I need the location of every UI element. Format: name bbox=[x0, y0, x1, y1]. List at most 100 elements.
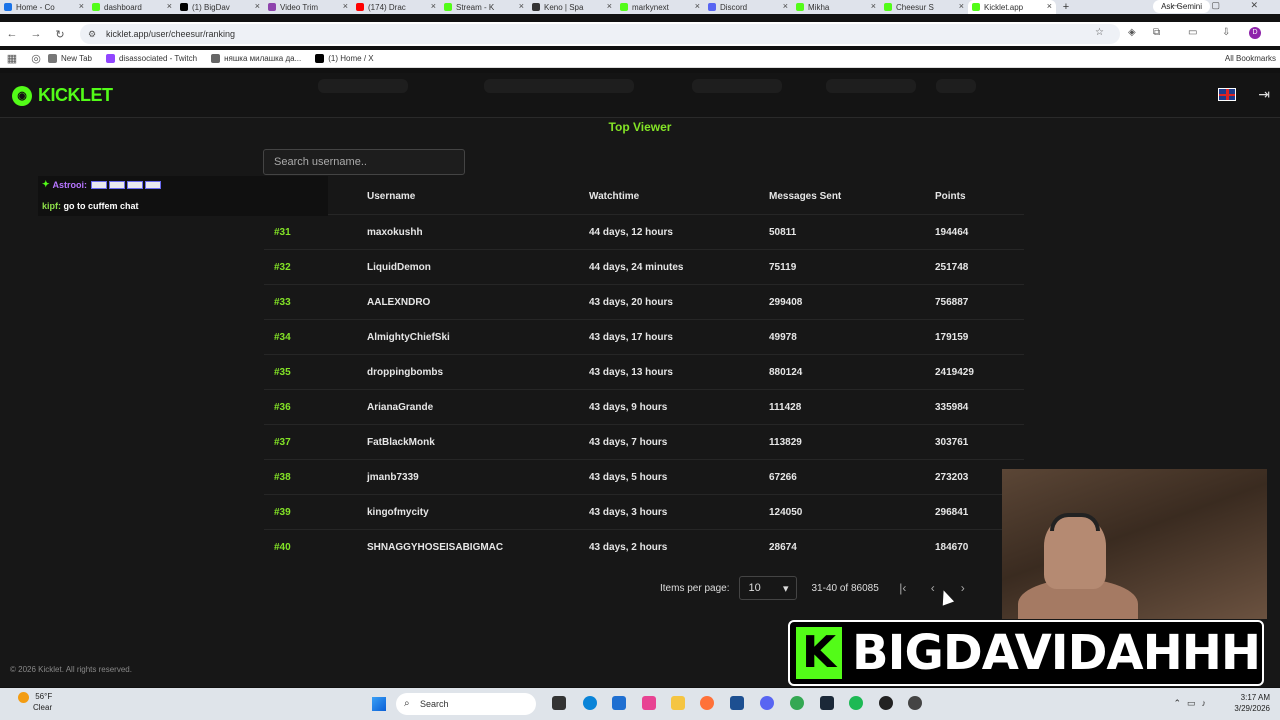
browser-tab[interactable]: Stream - K × bbox=[440, 0, 528, 14]
items-per-page-select[interactable]: 10 ▾ bbox=[739, 576, 798, 600]
close-tab-icon[interactable]: × bbox=[1047, 1, 1052, 11]
weather-widget[interactable]: 56°F Clear bbox=[18, 692, 52, 713]
table-row[interactable]: #35 droppingbombs 43 days, 13 hours 880124 2… bbox=[264, 354, 1024, 389]
spotify-icon[interactable] bbox=[849, 696, 863, 710]
window-controls[interactable]: — ▢ ✕ bbox=[1172, 0, 1272, 11]
bookmark-item[interactable]: New Tab bbox=[48, 54, 92, 63]
rank-cell: #31 bbox=[274, 226, 291, 238]
emote-icon bbox=[109, 180, 126, 189]
nav-item[interactable] bbox=[484, 79, 634, 93]
reload-icon[interactable]: ↻ bbox=[48, 28, 72, 41]
copilot-icon[interactable] bbox=[642, 696, 656, 710]
column-header-messages[interactable]: Messages Sent bbox=[769, 191, 935, 202]
table-row[interactable]: #36 ArianaGrande 43 days, 9 hours 111428 335… bbox=[264, 389, 1024, 424]
close-tab-icon[interactable]: × bbox=[343, 1, 348, 11]
browser-tab[interactable]: (174) Drac × bbox=[352, 0, 440, 14]
close-tab-icon[interactable]: × bbox=[255, 1, 260, 11]
close-tab-icon[interactable]: × bbox=[167, 1, 172, 11]
bookmark-favicon-icon bbox=[105, 54, 115, 63]
media-player-icon[interactable] bbox=[879, 696, 893, 710]
uk-flag-icon[interactable] bbox=[1218, 88, 1236, 101]
nav-item[interactable] bbox=[692, 79, 782, 93]
back-icon[interactable]: ← bbox=[0, 28, 24, 40]
rank-cell: #38 bbox=[274, 471, 291, 483]
windows-start-icon[interactable] bbox=[372, 697, 386, 711]
download-icon[interactable]: ⇩ bbox=[1222, 27, 1230, 38]
kicklet-logo[interactable]: ◉ KICKLET bbox=[12, 85, 113, 106]
store-icon[interactable] bbox=[612, 696, 626, 710]
bookmark-item[interactable]: disassociated - Twitch bbox=[105, 54, 197, 63]
file-explorer-icon[interactable] bbox=[671, 696, 685, 710]
taskbar-search[interactable]: ⌕ Search bbox=[396, 693, 536, 715]
obs-icon[interactable] bbox=[908, 696, 922, 710]
table-row[interactable]: #37 FatBlackMonk 43 days, 7 hours 113829 303… bbox=[264, 424, 1024, 459]
profile-avatar[interactable]: D bbox=[1249, 27, 1261, 39]
extension-icon[interactable]: ◈ bbox=[1128, 27, 1136, 38]
browser-tab[interactable]: (1) BigDav × bbox=[176, 0, 264, 14]
bookmark-favicon-icon bbox=[211, 54, 221, 63]
close-tab-icon[interactable]: × bbox=[959, 1, 964, 11]
chrome-icon[interactable] bbox=[790, 696, 804, 710]
table-row[interactable]: #39 kingofmycity 43 days, 3 hours 124050 296… bbox=[264, 494, 1024, 529]
taskbar-search-label: Search bbox=[420, 699, 449, 709]
nav-item[interactable] bbox=[826, 79, 916, 93]
site-info-icon[interactable]: ⚙ bbox=[88, 24, 96, 44]
browser-tab[interactable]: Discord × bbox=[704, 0, 792, 14]
globe-icon[interactable]: ◎ bbox=[24, 52, 48, 65]
search-input[interactable]: Search username.. bbox=[263, 149, 465, 175]
next-page-icon[interactable]: › bbox=[957, 581, 969, 595]
edge-icon[interactable] bbox=[583, 696, 597, 710]
nav-item[interactable] bbox=[936, 79, 976, 93]
weather-condition: Clear bbox=[33, 703, 53, 712]
close-tab-icon[interactable]: × bbox=[519, 1, 524, 11]
forward-icon[interactable]: → bbox=[24, 28, 48, 40]
app-icon[interactable] bbox=[730, 696, 744, 710]
close-tab-icon[interactable]: × bbox=[783, 1, 788, 11]
close-tab-icon[interactable]: × bbox=[695, 1, 700, 11]
bookmark-item[interactable]: (1) Home / X bbox=[315, 54, 374, 63]
table-row[interactable]: #32 LiquidDemon 44 days, 24 minutes 75119 25… bbox=[264, 249, 1024, 284]
browser-tab[interactable]: dashboard × bbox=[88, 0, 176, 14]
search-icon: ⌕ bbox=[404, 698, 410, 709]
table-row[interactable]: #40 SHNAGGYHOSEISABIGMAC 43 days, 2 hours 2… bbox=[264, 529, 1024, 564]
steam-icon[interactable] bbox=[820, 696, 834, 710]
task-view-icon[interactable] bbox=[552, 696, 566, 710]
browser-tab[interactable]: Keno | Spa × bbox=[528, 0, 616, 14]
apps-grid-icon[interactable]: ▦ bbox=[0, 52, 24, 65]
close-tab-icon[interactable]: × bbox=[607, 1, 612, 11]
all-bookmarks-link[interactable]: All Bookmarks bbox=[1225, 54, 1276, 63]
username-cell: droppingbombs bbox=[367, 366, 444, 378]
close-tab-icon[interactable]: × bbox=[79, 1, 84, 11]
discord-icon[interactable] bbox=[760, 696, 774, 710]
firefox-icon[interactable] bbox=[700, 696, 714, 710]
close-tab-icon[interactable]: × bbox=[871, 1, 876, 11]
bookmark-star-icon[interactable]: ☆ bbox=[1095, 27, 1104, 38]
cast-icon[interactable]: ▭ bbox=[1188, 27, 1197, 38]
login-icon[interactable]: ⇥ bbox=[1258, 86, 1270, 103]
chevron-down-icon: ▾ bbox=[782, 582, 789, 595]
close-tab-icon[interactable]: × bbox=[431, 1, 436, 11]
browser-tab[interactable]: Video Trim × bbox=[264, 0, 352, 14]
clock[interactable]: 3:17 AM 3/29/2026 bbox=[1234, 692, 1270, 714]
table-row[interactable]: #38 jmanb7339 43 days, 5 hours 67266 273203 bbox=[264, 459, 1024, 494]
column-header-points[interactable]: Points bbox=[935, 191, 1024, 202]
previous-page-icon[interactable]: ‹ bbox=[927, 581, 939, 595]
new-tab-icon[interactable]: + bbox=[1056, 1, 1076, 13]
system-tray-icons[interactable]: ⌃▭♪ bbox=[1173, 698, 1212, 709]
browser-tab[interactable]: Cheesur S × bbox=[880, 0, 968, 14]
bookmark-item[interactable]: няшка милашка да... bbox=[211, 54, 301, 63]
first-page-icon[interactable]: |‹ bbox=[897, 581, 909, 595]
bookmark-favicon-icon bbox=[48, 54, 57, 63]
browser-tab[interactable]: Home - Co × bbox=[0, 0, 88, 14]
column-header-watchtime[interactable]: Watchtime bbox=[589, 191, 769, 202]
browser-tab[interactable]: markynext × bbox=[616, 0, 704, 14]
table-row[interactable]: #31 maxokushh 44 days, 12 hours 50811 194464 bbox=[264, 214, 1024, 249]
url-input[interactable]: ⚙ kicklet.app/user/cheesur/ranking bbox=[80, 24, 1120, 44]
table-row[interactable]: #33 AALEXNDRO 43 days, 20 hours 299408 75688… bbox=[264, 284, 1024, 319]
browser-tab[interactable]: Mikha × bbox=[792, 0, 880, 14]
puzzle-icon[interactable]: ⧉ bbox=[1153, 27, 1160, 38]
table-row[interactable]: #34 AlmightyChiefSki 43 days, 17 hours 4997… bbox=[264, 319, 1024, 354]
column-header-username[interactable]: Username bbox=[367, 191, 589, 202]
nav-item[interactable] bbox=[318, 79, 408, 93]
browser-tab[interactable]: Kicklet.app × bbox=[968, 0, 1056, 14]
